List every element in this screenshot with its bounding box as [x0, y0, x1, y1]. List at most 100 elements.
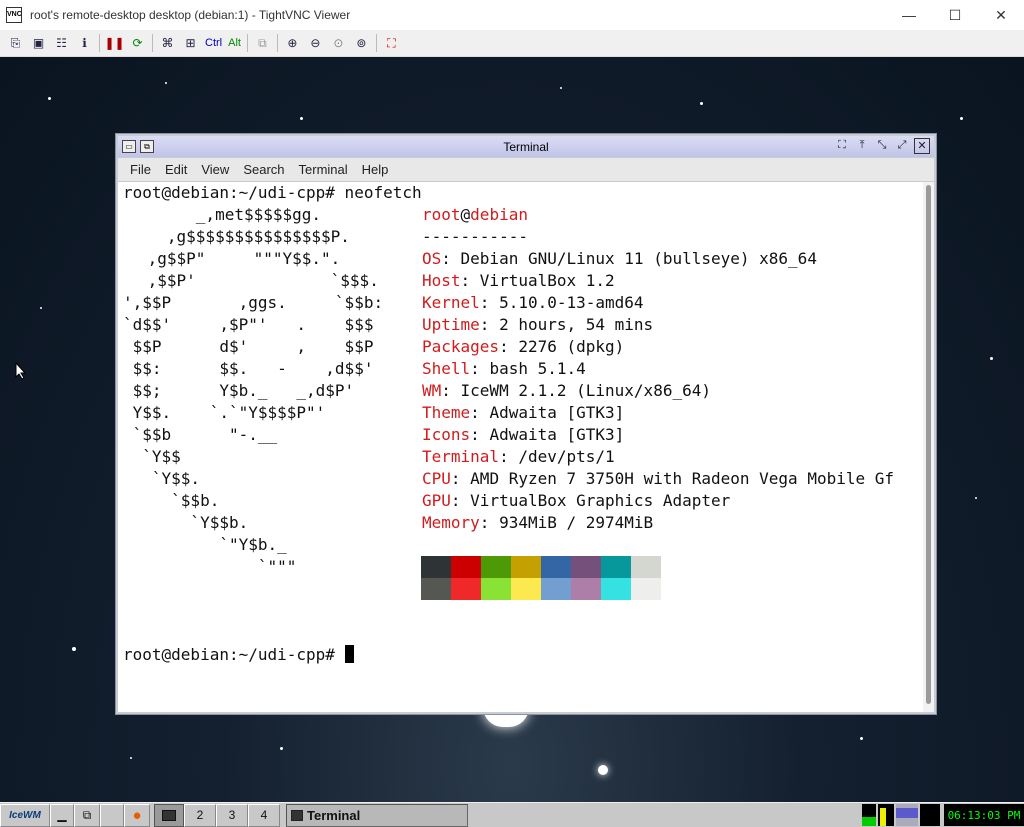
- color-swatch: [511, 556, 541, 578]
- close-window-icon[interactable]: ✕: [914, 138, 930, 154]
- prompt-text: root@debian:~/udi-cpp#: [123, 645, 345, 664]
- minimize-window-icon[interactable]: ⤡: [874, 138, 890, 154]
- info-line-host: Host: VirtualBox 1.2: [422, 271, 615, 290]
- menu-search[interactable]: Search: [236, 162, 291, 177]
- taskbar-terminal-button[interactable]: Terminal: [286, 803, 468, 827]
- maximize-window-icon[interactable]: ⤢: [894, 138, 910, 154]
- info-header: root@debian: [422, 204, 528, 226]
- taskbar-terminal-label: Terminal: [307, 807, 361, 823]
- ctrl-alt-del-icon[interactable]: ⌘: [156, 33, 179, 53]
- workspace-1-button[interactable]: [154, 803, 184, 827]
- menu-file[interactable]: File: [123, 162, 158, 177]
- zoom-in-icon[interactable]: ⊕: [281, 33, 304, 53]
- star-decoration: [130, 757, 132, 759]
- color-swatch: [631, 578, 661, 600]
- network-monitor: [878, 804, 894, 826]
- color-swatch: [631, 556, 661, 578]
- logo-line: `""": [123, 557, 297, 576]
- color-swatch: [511, 578, 541, 600]
- pause-icon[interactable]: ❚❚: [103, 33, 126, 53]
- terminal-scrollbar[interactable]: [923, 182, 934, 712]
- info-icon[interactable]: ℹ: [73, 33, 96, 53]
- logo-line: `"Y$b._: [123, 535, 287, 554]
- vnc-window-title: root's remote-desktop desktop (debian:1)…: [30, 8, 351, 22]
- ctrl-esc-icon[interactable]: ⊞: [179, 33, 202, 53]
- toolbar-separator: [152, 34, 153, 52]
- scrollbar-thumb[interactable]: [926, 185, 931, 704]
- logo-line: Y$$. `.`"Y$$$$P"': [123, 403, 326, 422]
- info-key: Host: [422, 271, 461, 290]
- toolbar-separator: [99, 34, 100, 52]
- terminal-title: Terminal: [503, 139, 549, 154]
- info-key: OS: [422, 249, 442, 268]
- color-swatch: [481, 556, 511, 578]
- menu-help[interactable]: Help: [355, 162, 396, 177]
- mouse-pointer-icon: [15, 362, 27, 380]
- info-host: debian: [470, 205, 528, 224]
- color-palette: [421, 556, 661, 600]
- vnc-window-titlebar[interactable]: VNC root's remote-desktop desktop (debia…: [0, 0, 1024, 30]
- info-line-terminal: Terminal: /dev/pts/1: [422, 447, 615, 466]
- close-button[interactable]: ✕: [978, 0, 1024, 30]
- color-swatch: [571, 556, 601, 578]
- alt-key-button[interactable]: Alt: [225, 33, 244, 53]
- info-line-theme: Theme: Adwaita [GTK3]: [422, 403, 625, 422]
- star-decoration: [598, 765, 608, 775]
- zoom-fit-icon[interactable]: ⊚: [350, 33, 373, 53]
- menu-terminal[interactable]: Terminal: [292, 162, 355, 177]
- logo-line: ,$$P' `$$$.: [138, 271, 379, 290]
- options-icon[interactable]: ☷: [50, 33, 73, 53]
- terminal-window: Terminal ▭ ⧉ ⛶ ⤒ ⤡ ⤢ ✕ File Edit View Se…: [115, 133, 937, 715]
- workspace-3-button[interactable]: 3: [216, 803, 248, 827]
- menu-view[interactable]: View: [194, 162, 236, 177]
- fullscreen-icon[interactable]: ⛶: [380, 33, 403, 53]
- terminal-output[interactable]: root@debian:~/udi-cpp# neofetch _,met$$$…: [118, 182, 934, 712]
- info-value: 2276 (dpkg): [518, 337, 625, 356]
- refresh-icon[interactable]: ⟳: [126, 33, 149, 53]
- command-line: root@debian:~/udi-cpp# neofetch: [123, 183, 422, 202]
- show-desktop-button[interactable]: ▁: [50, 803, 74, 827]
- info-key: Terminal: [422, 447, 500, 466]
- new-connection-icon[interactable]: ⎘: [4, 33, 27, 53]
- rollup-window-icon[interactable]: ⤒: [854, 138, 870, 154]
- window-list-button[interactable]: ⧉: [74, 803, 100, 827]
- info-key: GPU: [422, 491, 451, 510]
- info-line-cpu: CPU: AMD Ryzen 7 3750H with Radeon Vega …: [422, 469, 895, 488]
- clipboard-icon[interactable]: ⧉: [251, 33, 274, 53]
- logo-line: ',$$P ,ggs. `$$b:: [123, 293, 384, 312]
- fullscreen-window-icon[interactable]: ⛶: [834, 138, 850, 154]
- logo-line: `d$$' ,$P"' . $$$: [123, 315, 374, 334]
- terminal-titlebar[interactable]: Terminal ▭ ⧉ ⛶ ⤒ ⤡ ⤢ ✕: [118, 136, 934, 157]
- clock[interactable]: 06:13:03 PM: [944, 804, 1024, 826]
- firefox-icon[interactable]: ●: [124, 803, 150, 827]
- maximize-button[interactable]: ☐: [932, 0, 978, 30]
- star-decoration: [960, 117, 963, 120]
- info-key: Shell: [422, 359, 471, 378]
- menu-edit[interactable]: Edit: [158, 162, 194, 177]
- start-menu-button[interactable]: IceWM: [0, 803, 50, 827]
- info-value: IceWM 2.1.2 (Linux/x86_64): [460, 381, 711, 400]
- zoom-out-icon[interactable]: ⊖: [304, 33, 327, 53]
- color-swatch: [481, 578, 511, 600]
- star-decoration: [165, 82, 167, 84]
- info-value: Adwaita [GTK3]: [489, 403, 625, 422]
- blank-launcher[interactable]: [100, 803, 124, 827]
- logo-line: $$P d$' , $$P: [123, 337, 374, 356]
- info-key: Kernel: [422, 293, 480, 312]
- zoom-100-icon[interactable]: ⊙: [327, 33, 350, 53]
- workspace-4-button[interactable]: 4: [248, 803, 280, 827]
- workspace-2-button[interactable]: 2: [184, 803, 216, 827]
- info-value: 5.10.0-13-amd64: [499, 293, 644, 312]
- info-value: 934MiB / 2974MiB: [499, 513, 654, 532]
- star-decoration: [700, 102, 703, 105]
- logo-line: ,g$$P" """Y$$.".: [138, 249, 341, 268]
- ctrl-key-button[interactable]: Ctrl: [202, 33, 225, 53]
- color-swatch: [541, 578, 571, 600]
- minimize-button[interactable]: —: [886, 0, 932, 30]
- terminal-menubar: File Edit View Search Terminal Help: [118, 158, 934, 182]
- save-icon[interactable]: ▣: [27, 33, 50, 53]
- logo-line: `Y$$: [123, 447, 181, 466]
- color-swatch: [601, 556, 631, 578]
- logo-line: _,met$$$$$gg.: [138, 205, 322, 224]
- memory-monitor: [896, 804, 918, 826]
